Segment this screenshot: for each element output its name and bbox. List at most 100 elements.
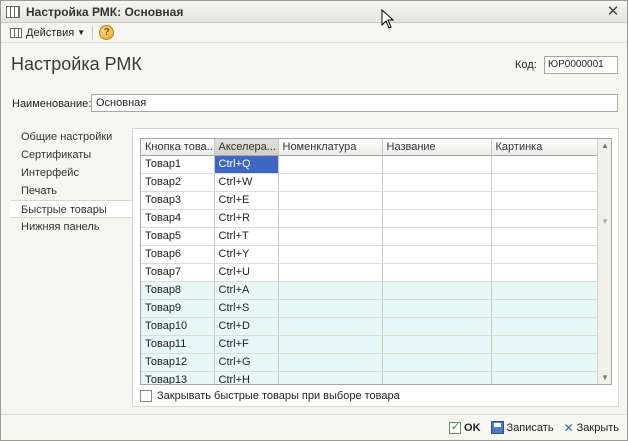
table-row[interactable]: Товар13 Ctrl+H [141,371,599,384]
help-icon[interactable]: ? [99,25,115,40]
table-cell[interactable] [382,173,492,192]
close-window-button[interactable]: ✕ [605,4,621,20]
ok-button[interactable]: OK [449,420,481,434]
table-row[interactable]: Товар1 Ctrl+Q [141,155,599,174]
table-row[interactable]: Товар6 Ctrl+Y [141,245,599,264]
table-cell[interactable] [278,353,383,372]
column-header[interactable]: Кнопка това... [141,139,215,156]
table-cell[interactable]: Ctrl+U [214,263,279,282]
table-cell[interactable] [491,281,599,300]
table-cell[interactable]: Товар11 [141,335,215,354]
table-cell[interactable]: Ctrl+W [214,173,279,192]
table-cell[interactable] [491,317,599,336]
table-cell[interactable]: Ctrl+D [214,317,279,336]
actions-menu-button[interactable]: Действия ▼ [7,24,88,41]
table-cell[interactable]: Ctrl+Y [214,245,279,264]
table-cell[interactable] [278,263,383,282]
table-row[interactable]: Товар7 Ctrl+U [141,263,599,282]
table-cell[interactable] [278,335,383,354]
sidebar-item[interactable]: Нижняя панель [10,218,132,236]
table-cell[interactable]: Ctrl+R [214,209,279,228]
table-cell[interactable]: Товар9 [141,299,215,318]
scroll-thumb-icon[interactable]: ▼ [601,217,609,226]
table-cell[interactable] [278,245,383,264]
table-cell[interactable]: Ctrl+F [214,335,279,354]
table-cell[interactable] [382,227,492,246]
table-cell[interactable]: Ctrl+E [214,191,279,210]
table-cell[interactable]: Ctrl+T [214,227,279,246]
table-cell[interactable]: Товар5 [141,227,215,246]
table-row[interactable]: Товар3 Ctrl+E [141,191,599,210]
table-cell[interactable] [278,299,383,318]
sidebar-item[interactable]: Быстрые товары [10,200,134,218]
table-row[interactable]: Товар4 Ctrl+R [141,209,599,228]
table-cell[interactable] [278,317,383,336]
table-cell[interactable] [278,209,383,228]
code-field[interactable]: ЮР0000001 [544,56,618,74]
table-cell[interactable] [382,335,492,354]
table-cell[interactable] [382,299,492,318]
table-cell[interactable] [278,191,383,210]
sidebar-item[interactable]: Общие настройки [10,128,132,146]
close-quick-goods-checkbox[interactable] [140,390,152,402]
sidebar-item[interactable]: Интерфейс [10,164,132,182]
table-row[interactable]: Товар10 Ctrl+D [141,317,599,336]
table-row[interactable]: Товар9 Ctrl+S [141,299,599,318]
table-cell[interactable] [278,227,383,246]
scroll-up-icon[interactable]: ▲ [601,141,609,150]
table-cell[interactable] [278,371,383,384]
table-cell[interactable]: Ctrl+A [214,281,279,300]
table-cell[interactable] [382,263,492,282]
table-cell[interactable]: Товар3 [141,191,215,210]
save-button[interactable]: Записать [490,421,554,434]
table-cell[interactable] [278,155,383,174]
name-field[interactable]: Основная [91,94,618,112]
table-cell[interactable] [382,209,492,228]
table-cell[interactable] [382,155,492,174]
table-cell[interactable] [491,245,599,264]
table-row[interactable]: Товар11 Ctrl+F [141,335,599,354]
column-header[interactable]: Картинка [491,139,599,156]
table-cell[interactable] [278,173,383,192]
table-row[interactable]: Товар12 Ctrl+G [141,353,599,372]
grid-scrollbar[interactable]: ▲ ▼ ▼ [597,139,611,384]
table-cell[interactable] [382,281,492,300]
table-cell[interactable]: Ctrl+Q [214,155,279,174]
table-cell[interactable] [491,173,599,192]
table-row[interactable]: Товар8 Ctrl+A [141,281,599,300]
table-cell[interactable] [382,245,492,264]
table-cell[interactable]: Ctrl+S [214,299,279,318]
table-cell[interactable]: Ctrl+H [214,371,279,384]
table-cell[interactable]: Товар1 [141,155,215,174]
table-cell[interactable]: Товар7 [141,263,215,282]
table-cell[interactable] [491,335,599,354]
table-cell[interactable] [491,263,599,282]
table-cell[interactable] [491,299,599,318]
table-cell[interactable]: Товар12 [141,353,215,372]
sidebar-item[interactable]: Печать [10,182,132,200]
column-header[interactable]: Номенклатура [278,139,383,156]
close-button[interactable]: ✕ Закрыть [564,421,619,435]
table-cell[interactable] [382,353,492,372]
table-cell[interactable] [382,317,492,336]
table-cell[interactable] [491,209,599,228]
table-cell[interactable] [382,191,492,210]
table-cell[interactable] [278,281,383,300]
table-cell[interactable]: Товар2 [141,173,215,192]
table-cell[interactable]: Товар10 [141,317,215,336]
table-cell[interactable]: Товар6 [141,245,215,264]
table-cell[interactable] [491,353,599,372]
table-cell[interactable] [491,371,599,384]
table-cell[interactable]: Ctrl+G [214,353,279,372]
table-cell[interactable] [491,191,599,210]
scroll-down-icon[interactable]: ▼ [601,373,609,382]
sidebar-item[interactable]: Сертификаты [10,146,132,164]
table-cell[interactable]: Товар8 [141,281,215,300]
column-header[interactable]: Название [382,139,492,156]
table-cell[interactable] [491,155,599,174]
table-row[interactable]: Товар2 Ctrl+W [141,173,599,192]
table-cell[interactable] [491,227,599,246]
column-header[interactable]: Акселера... [214,139,279,156]
table-row[interactable]: Товар5 Ctrl+T [141,227,599,246]
table-cell[interactable]: Товар13 [141,371,215,384]
